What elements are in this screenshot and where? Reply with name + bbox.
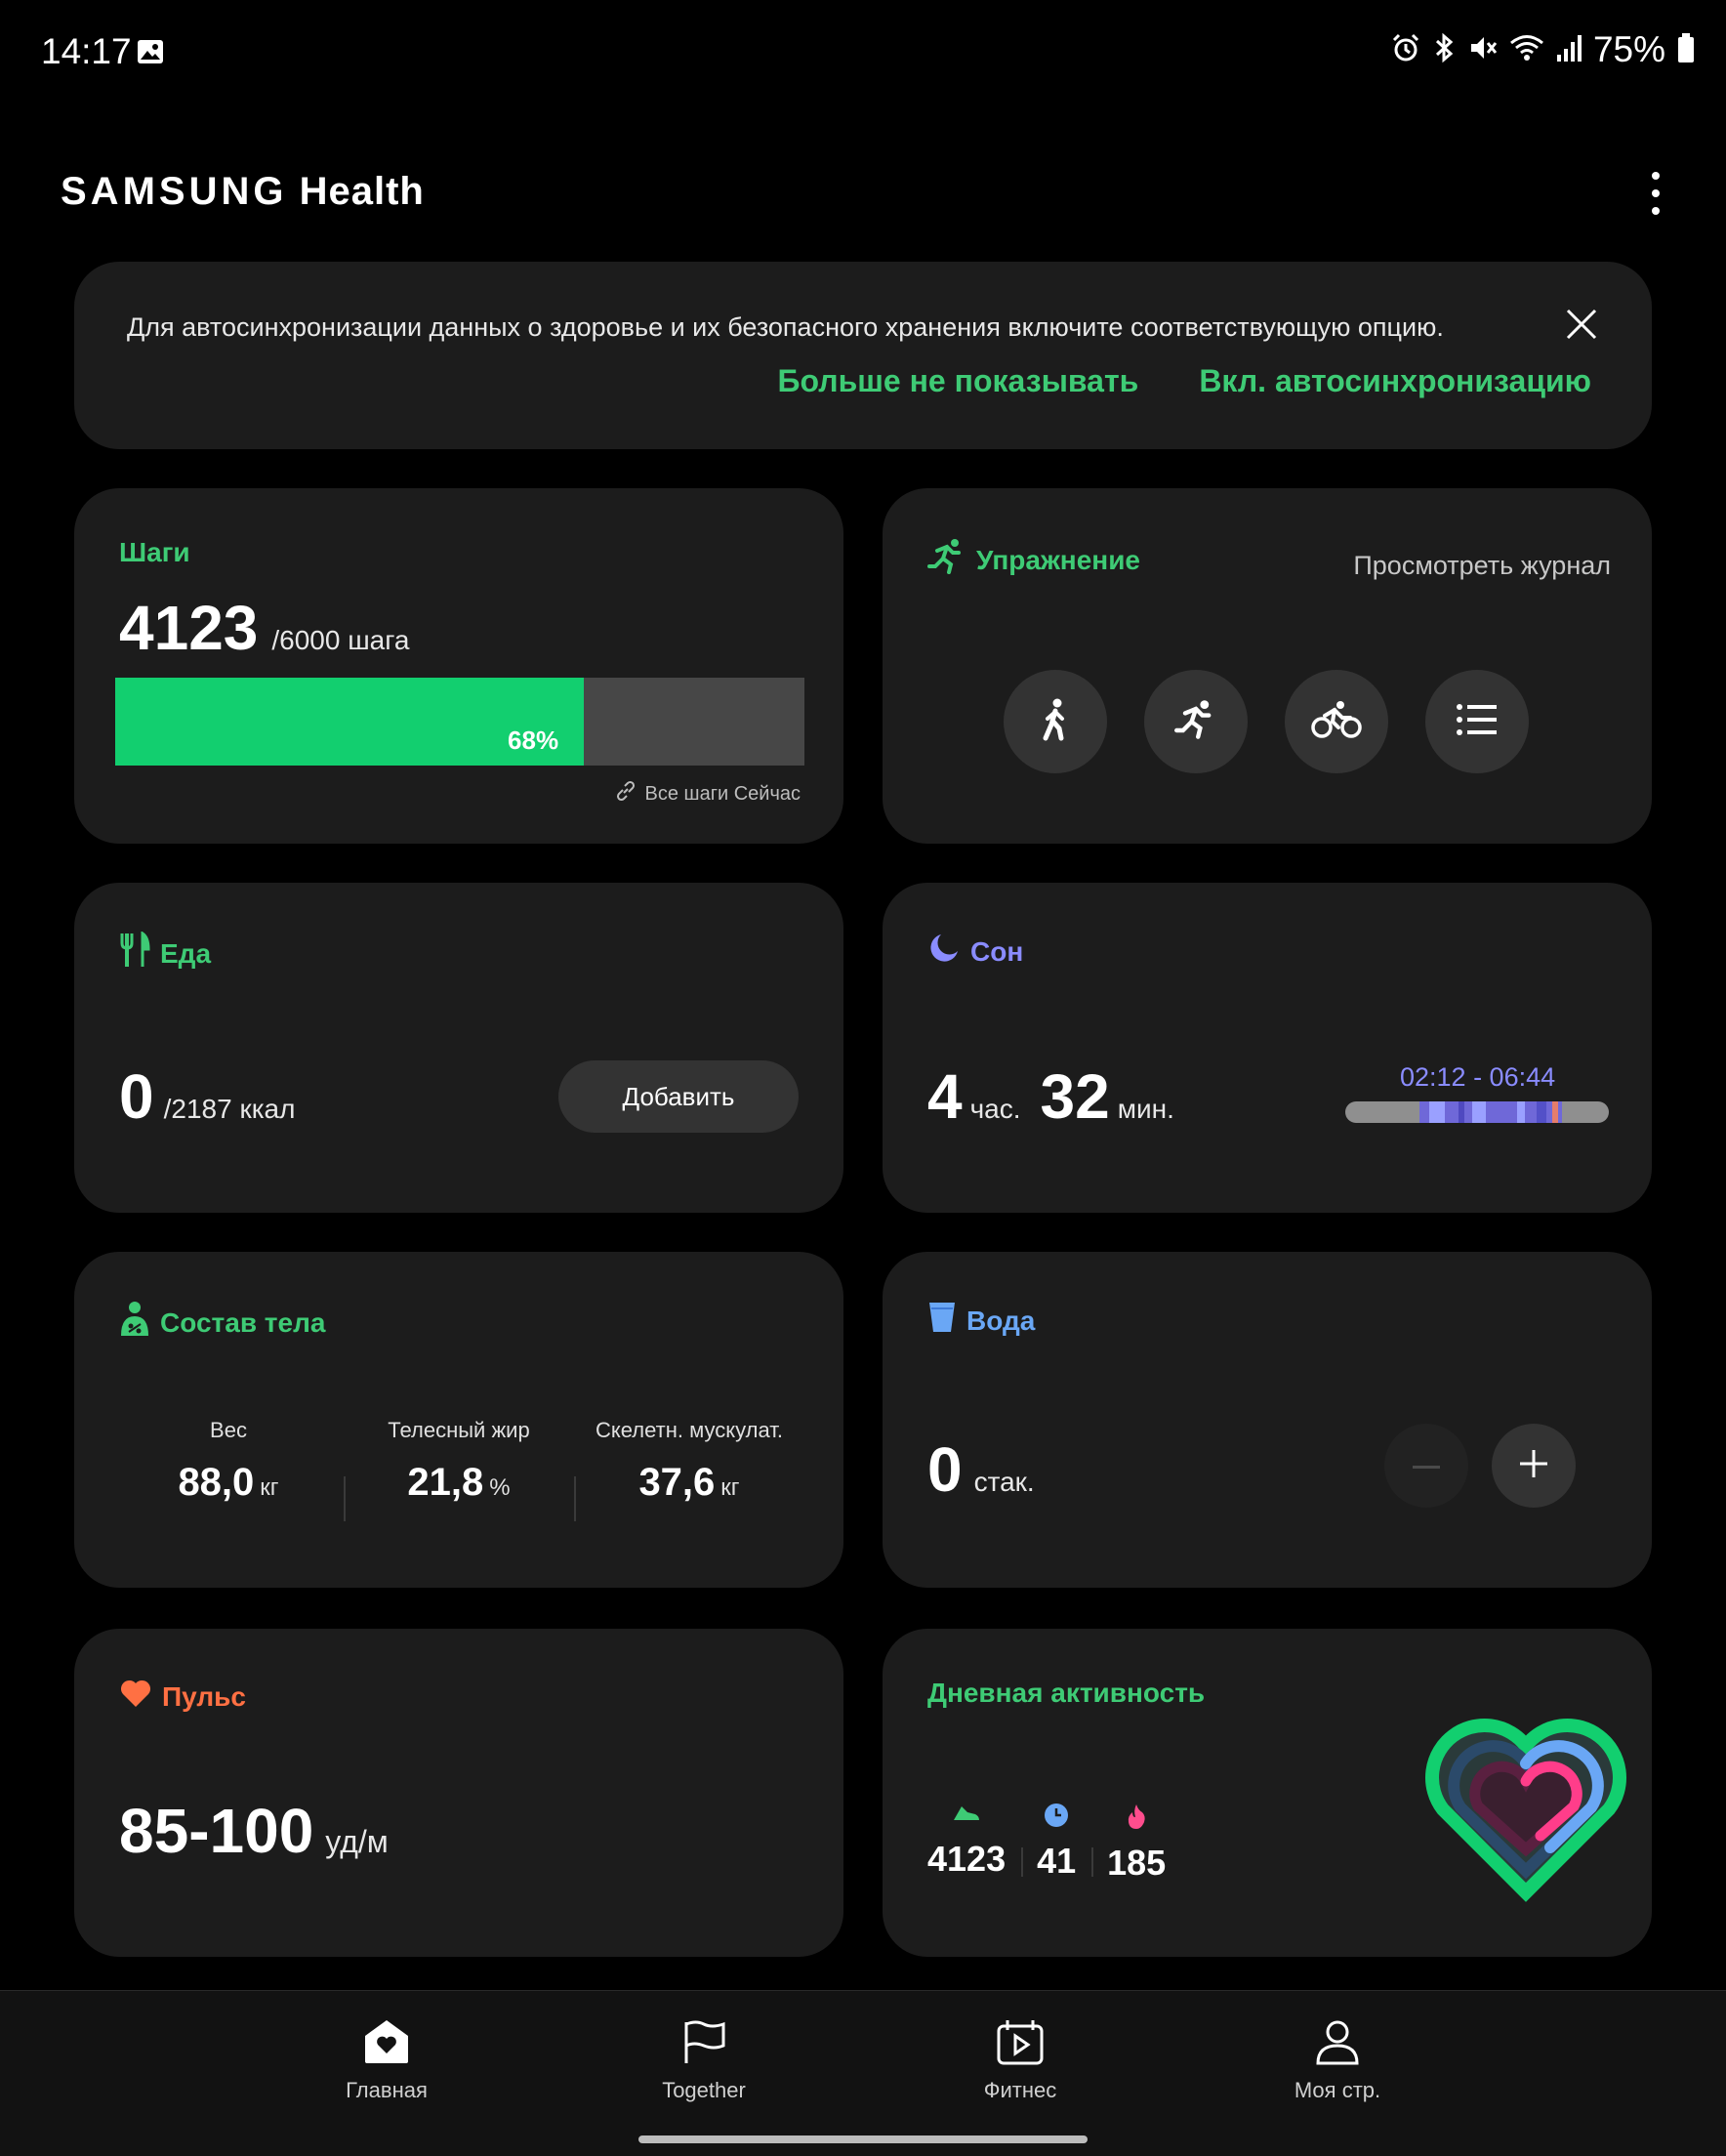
water-title: Вода (927, 1301, 1035, 1341)
walking-icon (1036, 697, 1075, 747)
sync-banner-text: Для автосинхронизации данных о здоровье … (127, 312, 1444, 342)
link-icon (614, 779, 637, 808)
heart-icon (119, 1678, 152, 1716)
daily-activity-card[interactable]: Дневная активность 4123 41 185 (883, 1629, 1652, 1957)
steps-goal: /6000 шага (271, 625, 410, 655)
minus-icon (1413, 1457, 1440, 1474)
body-icon (119, 1301, 150, 1345)
pulse-unit: уд/м (325, 1824, 389, 1859)
nav-home[interactable]: Главная (308, 2018, 465, 2103)
status-time: 14:17 (41, 31, 132, 71)
enable-autosync-button[interactable]: Вкл. автосинхронизацию (1199, 363, 1591, 399)
add-food-button[interactable]: Добавить (558, 1060, 799, 1133)
exercise-card[interactable]: Упражнение Просмотреть журнал (883, 488, 1652, 844)
list-icon (1456, 703, 1499, 741)
wifi-icon (1509, 33, 1544, 67)
cutlery-icon (119, 931, 150, 975)
running-button[interactable] (1144, 670, 1248, 773)
water-unit: стак. (973, 1467, 1035, 1497)
steps-value: 4123 (119, 593, 259, 663)
water-increase-button[interactable] (1492, 1424, 1576, 1508)
body-composition-title: Состав тела (119, 1301, 325, 1345)
shoe-icon (952, 1803, 981, 1831)
nav-my-page[interactable]: Моя стр. (1259, 2018, 1416, 2103)
running-icon (927, 537, 966, 583)
cycling-icon (1311, 700, 1362, 744)
steps-percent: 68% (508, 726, 559, 755)
steps-progress-bar: 68% (115, 678, 804, 766)
nav-fitness[interactable]: Фитнес (942, 2018, 1098, 2103)
pulse-value: 85-100 (119, 1796, 314, 1866)
water-value: 0 (927, 1434, 963, 1505)
skeletal-muscle-stat: Скелетн. мускулат. 37,6 кг (574, 1418, 804, 1521)
sleep-stage-bar (1345, 1101, 1609, 1123)
sleep-hours: 4 (927, 1061, 963, 1132)
app-header: SAMSUNG Health (0, 146, 1726, 234)
body-composition-card[interactable]: Состав тела Вес 88,0 кг Телесный жир 21,8… (74, 1252, 843, 1588)
clock-icon (1044, 1803, 1069, 1833)
activity-heart-rings (1423, 1717, 1628, 1907)
steps-source: Все шаги Сейчас (614, 779, 801, 808)
food-goal: /2187 ккал (163, 1094, 296, 1124)
home-indicator[interactable] (638, 2135, 1088, 2143)
alarm-icon (1390, 32, 1421, 68)
food-title: Еда (119, 931, 211, 975)
sleep-minutes-unit: мин. (1117, 1094, 1174, 1124)
cycling-button[interactable] (1285, 670, 1388, 773)
flag-icon (680, 2018, 727, 2070)
steps-card[interactable]: Шаги 4123 /6000 шага 68% Все шаги Сейчас (74, 488, 843, 844)
home-heart-icon (361, 2018, 412, 2070)
moon-icon (927, 932, 961, 972)
exercise-title: Упражнение (927, 537, 1140, 583)
water-glass-icon (927, 1301, 957, 1341)
bluetooth-icon (1433, 32, 1457, 68)
sleep-time-range: 02:12 - 06:44 (1400, 1062, 1556, 1092)
view-log-button[interactable]: Просмотреть журнал (1353, 551, 1611, 581)
running-icon (1174, 698, 1217, 746)
pulse-title: Пульс (119, 1678, 246, 1716)
flame-icon (1125, 1803, 1148, 1835)
status-icons: 75% (1390, 29, 1695, 70)
profile-icon (1314, 2018, 1361, 2070)
sync-banner: Для автосинхронизации данных о здоровье … (74, 262, 1652, 449)
sleep-card[interactable]: Сон 4 час. 32 мин. 02:12 - 06:44 (883, 883, 1652, 1213)
walking-button[interactable] (1004, 670, 1107, 773)
food-card[interactable]: Еда 0 /2187 ккал Добавить (74, 883, 843, 1213)
weight-stat: Вес 88,0 кг (178, 1418, 279, 1504)
exercise-list-button[interactable] (1425, 670, 1529, 773)
sleep-title: Сон (927, 932, 1023, 972)
pulse-card[interactable]: Пульс 85-100 уд/м (74, 1629, 843, 1957)
body-fat-stat: Телесный жир 21,8% (344, 1418, 574, 1521)
close-icon[interactable] (1564, 307, 1599, 342)
sleep-hours-unit: час. (969, 1094, 1021, 1124)
plus-icon (1520, 1449, 1547, 1482)
status-bar: 14:17 75% (0, 0, 1726, 107)
battery-icon (1677, 32, 1695, 68)
activity-steps: 4123 (927, 1803, 1021, 1884)
activity-minutes: 41 (1021, 1803, 1091, 1884)
water-card[interactable]: Вода 0 стак. (883, 1252, 1652, 1588)
water-decrease-button[interactable] (1384, 1424, 1468, 1508)
steps-progress-fill: 68% (115, 678, 585, 766)
nav-together[interactable]: Together (626, 2018, 782, 2103)
food-value: 0 (119, 1061, 154, 1132)
daily-activity-title: Дневная активность (927, 1678, 1206, 1708)
mute-icon (1468, 32, 1498, 68)
gallery-icon (137, 39, 164, 69)
fitness-video-icon (996, 2018, 1045, 2070)
sleep-minutes: 32 (1040, 1061, 1110, 1132)
app-logo: SAMSUNG Health (61, 170, 425, 213)
bottom-navigation: Главная Together Фитнес Моя стр. (0, 1990, 1726, 2156)
activity-calories: 185 (1091, 1803, 1181, 1884)
more-vert-icon[interactable] (1646, 172, 1665, 215)
battery-percent: 75% (1592, 29, 1665, 69)
dont-show-again-button[interactable]: Больше не показывать (777, 363, 1138, 399)
steps-title: Шаги (119, 537, 190, 567)
signal-icon (1556, 33, 1582, 67)
